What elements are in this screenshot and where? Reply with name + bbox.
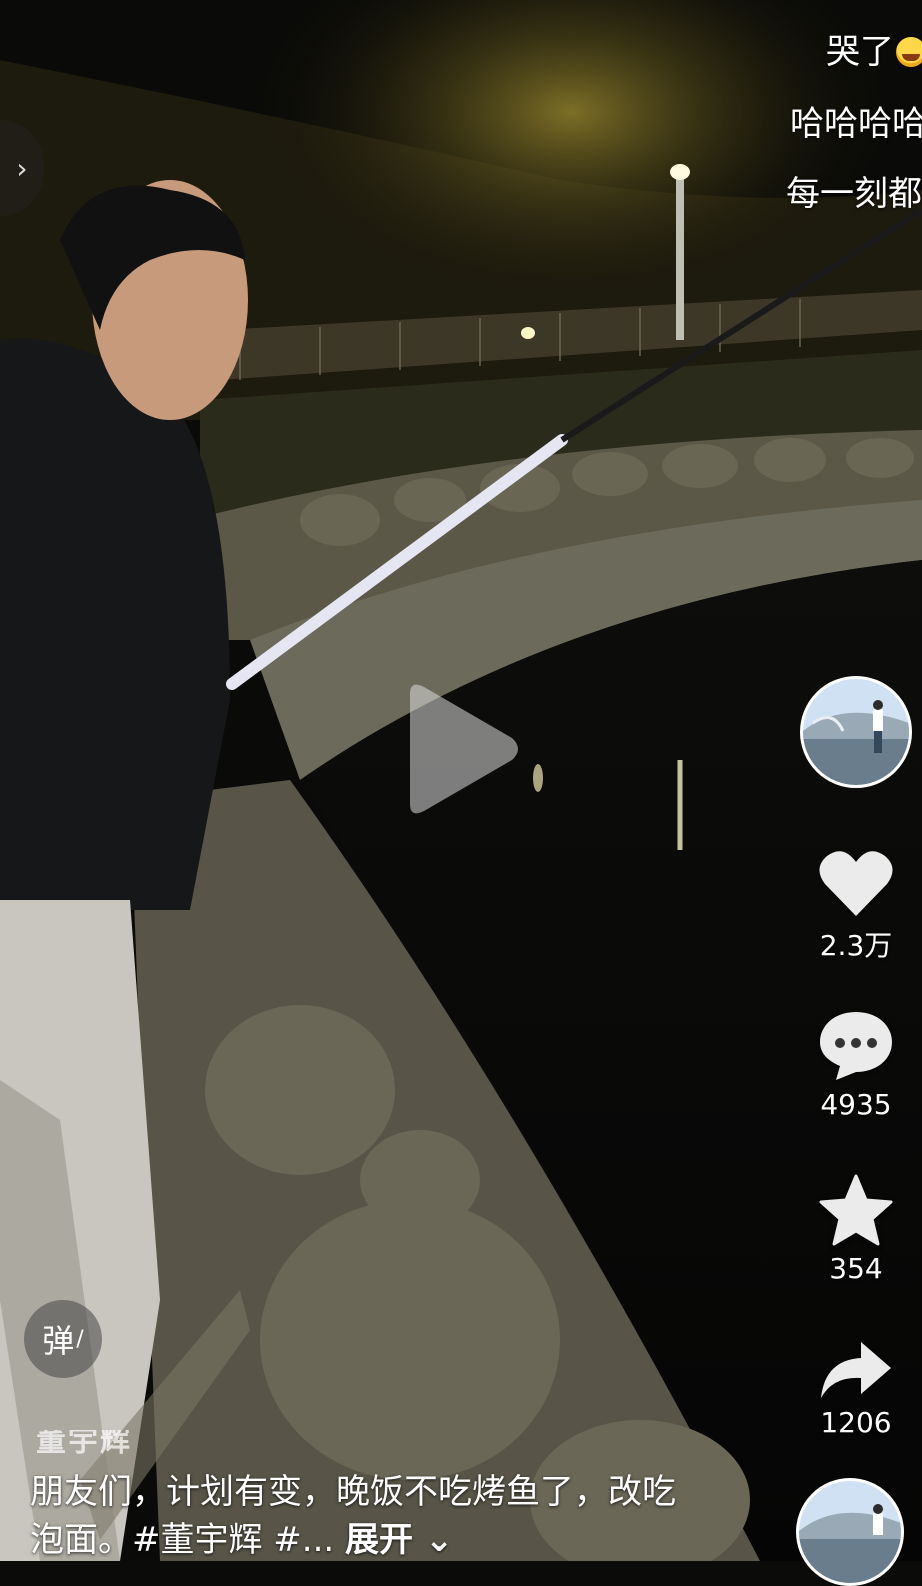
share-arrow-icon [821, 1342, 891, 1398]
star-icon [819, 1174, 893, 1246]
expand-label: 展开 [345, 1520, 414, 1560]
favorite-count: 354 [829, 1252, 883, 1285]
comment-count: 4935 [820, 1088, 892, 1121]
danmaku-toggle-button[interactable]: 弹 / [24, 1300, 102, 1378]
danmaku-pen-icon: / [76, 1326, 84, 1352]
danmaku-comment: 哈哈哈哈 [790, 104, 922, 144]
avatar-photo [803, 700, 909, 753]
like-button[interactable]: 2.3万 [800, 848, 912, 964]
favorite-button[interactable]: 354 [800, 1174, 912, 1285]
laughing-crying-emoji-icon [896, 37, 922, 67]
danmaku-toggle-label: 弹 [42, 1322, 75, 1360]
play-icon[interactable] [398, 676, 524, 822]
like-count: 2.3万 [819, 929, 893, 962]
share-button[interactable]: 1206 [800, 1340, 912, 1439]
disc-photo [799, 1504, 901, 1539]
danmaku-comment: 每一刻都 [786, 174, 922, 214]
author-avatar[interactable] [800, 676, 912, 788]
danmaku-comment: 哭了 [826, 24, 922, 73]
chevron-down-icon: ⌄ [413, 1520, 454, 1560]
video-caption[interactable]: 朋友们，计划有变，晚饭不吃烤鱼了，改吃泡面。#董宇辉 #... 展开 ⌄ [30, 1468, 680, 1564]
share-count: 1206 [820, 1406, 892, 1439]
caption-expand-link[interactable]: 展开 ⌄ [345, 1520, 453, 1560]
music-disc-avatar[interactable] [796, 1478, 904, 1586]
comment-bubble-icon [820, 1012, 892, 1080]
comment-button[interactable]: 4935 [800, 1010, 912, 1121]
heart-icon [819, 851, 893, 916]
